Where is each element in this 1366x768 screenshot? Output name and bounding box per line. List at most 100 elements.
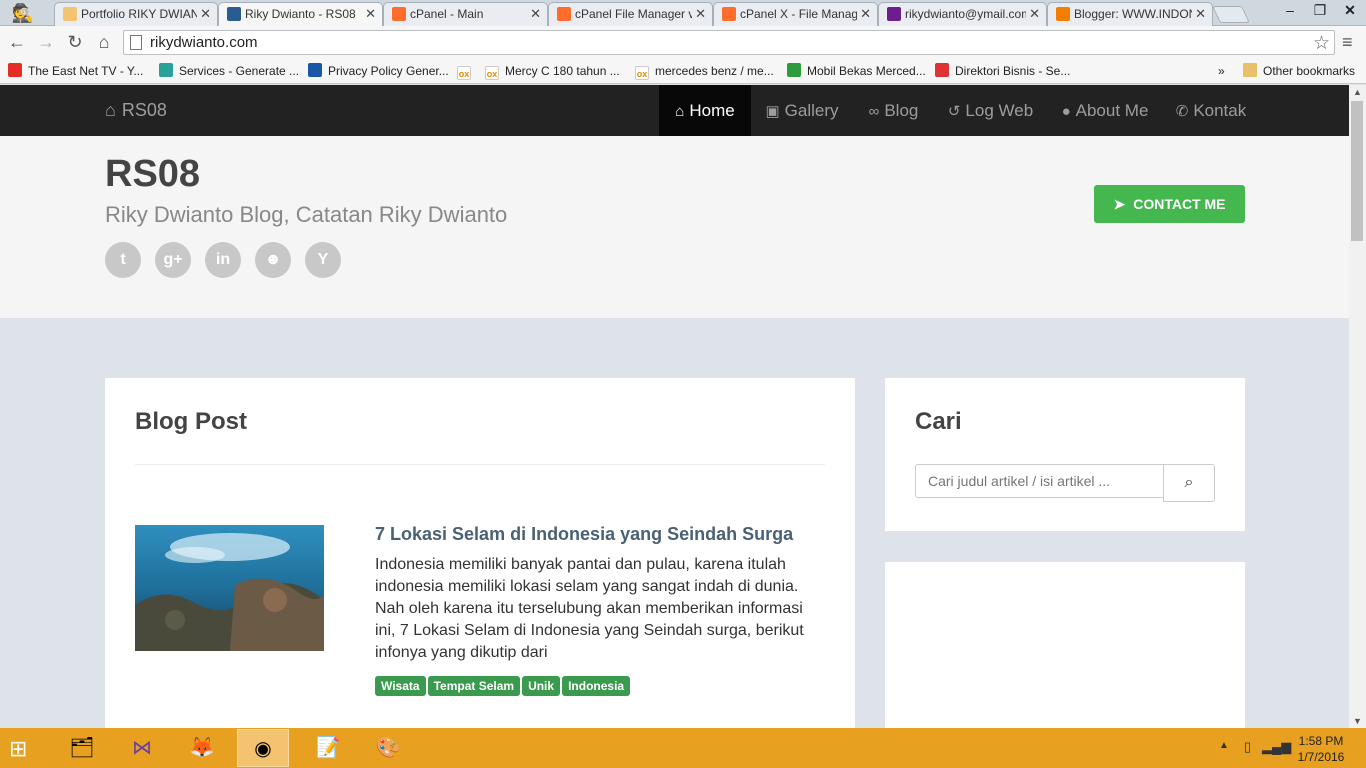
- post-title[interactable]: 7 Lokasi Selam di Indonesia yang Seindah…: [375, 524, 793, 545]
- battery-icon[interactable]: ▯: [1244, 739, 1251, 755]
- scroll-down-icon[interactable]: ▼: [1353, 716, 1362, 726]
- chrome-menu-icon[interactable]: ≡: [1342, 32, 1353, 53]
- bookmark-item[interactable]: ox: [457, 62, 477, 80]
- paint-icon[interactable]: 🎨: [362, 729, 414, 767]
- bookmark-item[interactable]: Services - Generate ...: [159, 62, 299, 80]
- nav-label: Blog: [884, 101, 919, 120]
- nav-item-log-web[interactable]: ↺ Log Web: [934, 85, 1047, 136]
- twitter-icon[interactable]: t: [105, 242, 141, 278]
- site-navbar: ⌂ RS08 ⌂ Home ▣ Gallery ∞ Blog ↺ Log Web ● About M…: [0, 85, 1349, 136]
- bookmarks-overflow[interactable]: »: [1218, 62, 1225, 80]
- ycombinator-icon[interactable]: Y: [305, 242, 341, 278]
- notepad-plus-icon[interactable]: 📝: [302, 729, 354, 767]
- header-subtitle: Riky Dwianto Blog, Catatan Riky Dwianto: [105, 202, 508, 227]
- site-icon: [227, 7, 241, 21]
- browser-tab[interactable]: cPanel File Manager v3 ✕: [548, 2, 713, 26]
- nav-item-gallery[interactable]: ▣ Gallery: [751, 85, 853, 136]
- chrome-icon[interactable]: ◉: [237, 729, 289, 767]
- tab-close-icon[interactable]: ✕: [200, 6, 211, 22]
- bookmark-item[interactable]: Privacy Policy Gener...: [308, 62, 449, 80]
- tab-title: cPanel File Manager v3: [575, 7, 692, 21]
- signal-icon[interactable]: ▂▄▆: [1262, 739, 1291, 755]
- search-input[interactable]: [915, 464, 1164, 498]
- visual-studio-icon[interactable]: ⋈: [116, 729, 168, 767]
- bookmark-item[interactable]: ox Mercy C 180 tahun ...: [485, 62, 620, 80]
- nav-item-blog[interactable]: ∞ Blog: [853, 85, 934, 136]
- scroll-up-icon[interactable]: ▲: [1353, 87, 1362, 97]
- back-icon[interactable]: ←: [6, 31, 28, 53]
- tab-close-icon[interactable]: ✕: [1195, 6, 1206, 22]
- tab-close-icon[interactable]: ✕: [860, 6, 871, 22]
- incognito-user-icon[interactable]: 🕵: [4, 1, 42, 25]
- browser-tab[interactable]: cPanel - Main ✕: [383, 2, 548, 26]
- bookmark-star-icon[interactable]: ☆: [1313, 32, 1330, 55]
- post-excerpt: Indonesia memiliki banyak pantai dan pul…: [375, 556, 804, 661]
- tab-close-icon[interactable]: ✕: [695, 6, 706, 22]
- home-button-icon[interactable]: ⌂: [93, 31, 115, 53]
- link-icon: ∞: [868, 103, 880, 120]
- page-scrollbar[interactable]: ▲ ▼: [1349, 85, 1366, 728]
- file-explorer-icon[interactable]: 🗂: [56, 729, 108, 767]
- bookmark-label: The East Net TV - Y...: [28, 64, 144, 78]
- tag-badge[interactable]: Indonesia: [562, 676, 631, 696]
- contact-me-button[interactable]: ➤ CONTACT ME: [1094, 185, 1245, 223]
- nav-item-kontak[interactable]: ✆ Kontak: [1163, 85, 1259, 136]
- tab-title: cPanel - Main: [410, 7, 484, 21]
- firefox-icon[interactable]: 🦊: [176, 729, 228, 767]
- bookmarks-bar: The East Net TV - Y... Services - Generat…: [0, 58, 1366, 84]
- address-bar[interactable]: rikydwianto.com ☆: [123, 30, 1335, 55]
- tag-badge[interactable]: Wisata: [375, 676, 426, 696]
- search-card: Cari: [885, 378, 1245, 531]
- nav-label: Kontak: [1193, 101, 1247, 120]
- scroll-thumb[interactable]: [1351, 101, 1363, 241]
- github-icon[interactable]: ☻: [255, 242, 291, 278]
- system-clock[interactable]: 1:58 PM 1/7/2016: [1296, 733, 1346, 765]
- maximize-icon[interactable]: ❐: [1305, 0, 1335, 20]
- site-brand[interactable]: ⌂ RS08: [105, 100, 167, 121]
- browser-tab[interactable]: rikydwianto@ymail.com ✕: [878, 2, 1047, 26]
- sidebar-widget: [885, 562, 1245, 728]
- page-icon: [130, 35, 142, 50]
- bookmark-item[interactable]: Mobil Bekas Merced...: [787, 62, 926, 80]
- nav-item-about-me[interactable]: ● About Me: [1047, 85, 1163, 136]
- bookmark-item[interactable]: Direktori Bisnis - Se...: [935, 62, 1070, 80]
- url-text[interactable]: rikydwianto.com: [150, 34, 258, 51]
- bookmark-item[interactable]: ox mercedes benz / me...: [635, 62, 774, 80]
- olx-icon: ox: [457, 66, 471, 80]
- tab-title: Riky Dwianto - RS08: [245, 7, 356, 21]
- picture-icon: ▣: [765, 103, 780, 120]
- tray-expand-icon[interactable]: ▲: [1219, 740, 1229, 751]
- browser-tab[interactable]: cPanel X - File Manager ✕: [713, 2, 878, 26]
- browser-tab[interactable]: Blogger: WWW.INDONESIA✕: [1047, 2, 1213, 26]
- other-bookmarks[interactable]: Other bookmarks: [1243, 62, 1355, 80]
- nav-item-home[interactable]: ⌂ Home: [659, 85, 751, 136]
- tab-title: rikydwianto@ymail.com: [905, 7, 1026, 21]
- reload-icon[interactable]: ↻: [64, 31, 86, 53]
- tab-close-icon[interactable]: ✕: [1029, 6, 1040, 22]
- browser-tab[interactable]: Riky Dwianto - RS08 ✕: [218, 2, 383, 27]
- browser-tab[interactable]: Portfolio RIKY DWIANTO✕: [54, 2, 218, 26]
- windows-start-icon[interactable]: ⊞: [9, 736, 27, 762]
- tab-title: Blogger: WWW.INDONESIA: [1074, 7, 1192, 21]
- tab-close-icon[interactable]: ✕: [530, 6, 541, 22]
- minimize-icon[interactable]: –: [1275, 0, 1305, 20]
- tag-badge[interactable]: Tempat Selam: [427, 676, 521, 696]
- forward-icon[interactable]: →: [35, 31, 57, 53]
- post-thumbnail[interactable]: [135, 525, 324, 651]
- blog-heading: Blog Post: [135, 408, 247, 435]
- google-plus-icon[interactable]: g+: [155, 242, 191, 278]
- olx-icon: ox: [485, 66, 499, 80]
- web-page: ⌂ RS08 ⌂ Home ▣ Gallery ∞ Blog ↺ Log Web ● About M…: [0, 85, 1349, 728]
- tab-close-icon[interactable]: ✕: [365, 6, 376, 22]
- doc-icon: [63, 7, 77, 21]
- home-icon: ⌂: [675, 103, 685, 120]
- linkedin-icon[interactable]: in: [205, 242, 241, 278]
- new-tab-button[interactable]: [1212, 6, 1250, 23]
- car-icon: [935, 63, 949, 77]
- search-button[interactable]: ⌕: [1163, 464, 1215, 502]
- cpanel-icon: [557, 7, 571, 21]
- tag-badge[interactable]: Unik: [522, 676, 561, 696]
- close-window-icon[interactable]: ✕: [1335, 0, 1365, 20]
- nav-label: Home: [689, 101, 735, 120]
- bookmark-item[interactable]: The East Net TV - Y...: [8, 62, 143, 80]
